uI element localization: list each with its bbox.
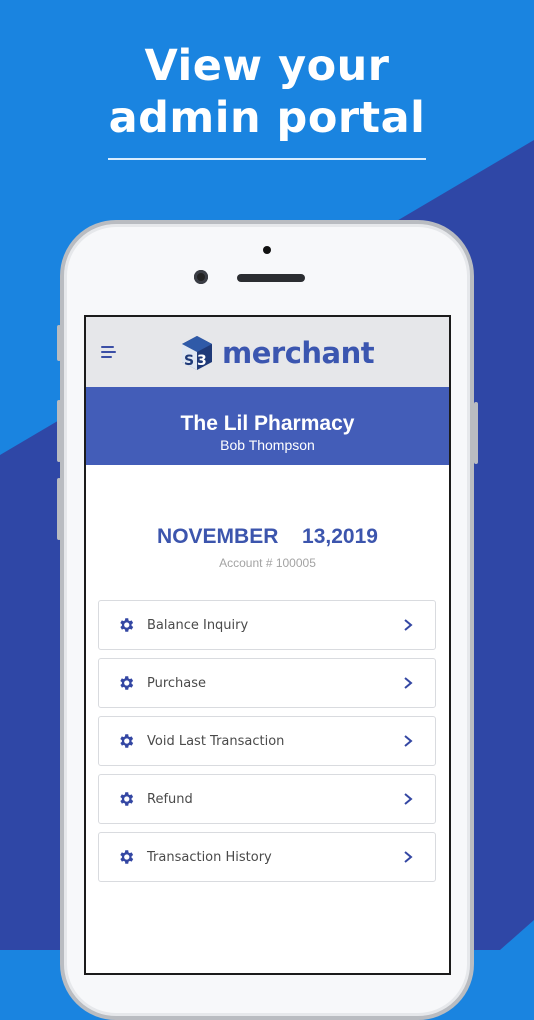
phone-sensor — [263, 246, 271, 254]
menu-item-refund[interactable]: Refund — [98, 774, 436, 824]
brand-logo: S 3 merchant — [180, 335, 375, 371]
phone-camera — [194, 270, 208, 284]
gear-icon — [120, 618, 134, 632]
menu-item-label: Balance Inquiry — [147, 617, 249, 633]
store-name: The Lil Pharmacy — [180, 412, 355, 435]
headline-underline — [108, 158, 426, 160]
app-top-bar: S 3 merchant — [86, 317, 449, 387]
chevron-right-icon — [404, 735, 413, 747]
svg-text:3: 3 — [197, 353, 207, 369]
gear-icon — [120, 734, 134, 748]
chevron-right-icon — [404, 793, 413, 805]
phone-volume-down — [57, 478, 61, 540]
menu-item-label: Transaction History — [147, 849, 272, 865]
headline-line-1: View your — [144, 41, 390, 91]
s3-cube-logo-icon: S 3 — [182, 336, 212, 370]
phone-side-button — [57, 325, 61, 361]
menu-item-transaction-history[interactable]: Transaction History — [98, 832, 436, 882]
menu-item-void-last-transaction[interactable]: Void Last Transaction — [98, 716, 436, 766]
gear-icon — [120, 676, 134, 690]
svg-text:S: S — [184, 353, 194, 369]
chevron-right-icon — [404, 851, 413, 863]
action-menu: Balance Inquiry Purchase Void Last Trans… — [98, 600, 436, 882]
phone-speaker — [237, 274, 305, 282]
menu-item-label: Void Last Transaction — [147, 733, 285, 749]
chevron-right-icon — [404, 677, 413, 689]
promo-headline: View your admin portal — [0, 40, 534, 144]
hamburger-menu-icon[interactable] — [101, 346, 117, 358]
merchant-banner: The Lil Pharmacy Bob Thompson — [86, 387, 449, 465]
phone-power-button — [474, 402, 478, 464]
current-date: NOVEMBER 13,2019 — [157, 525, 378, 548]
chevron-right-icon — [404, 619, 413, 631]
phone-volume-up — [57, 400, 61, 462]
owner-name: Bob Thompson — [220, 437, 315, 453]
account-number: Account # 100005 — [219, 556, 316, 570]
app-screen: S 3 merchant The Lil Pharmacy Bob Thomps… — [84, 315, 451, 975]
gear-icon — [120, 792, 134, 806]
gear-icon — [120, 850, 134, 864]
menu-item-balance-inquiry[interactable]: Balance Inquiry — [98, 600, 436, 650]
menu-item-purchase[interactable]: Purchase — [98, 658, 436, 708]
brand-name: merchant — [222, 336, 375, 370]
menu-item-label: Purchase — [147, 675, 207, 691]
headline-line-2: admin portal — [108, 93, 426, 143]
menu-item-label: Refund — [147, 791, 193, 807]
